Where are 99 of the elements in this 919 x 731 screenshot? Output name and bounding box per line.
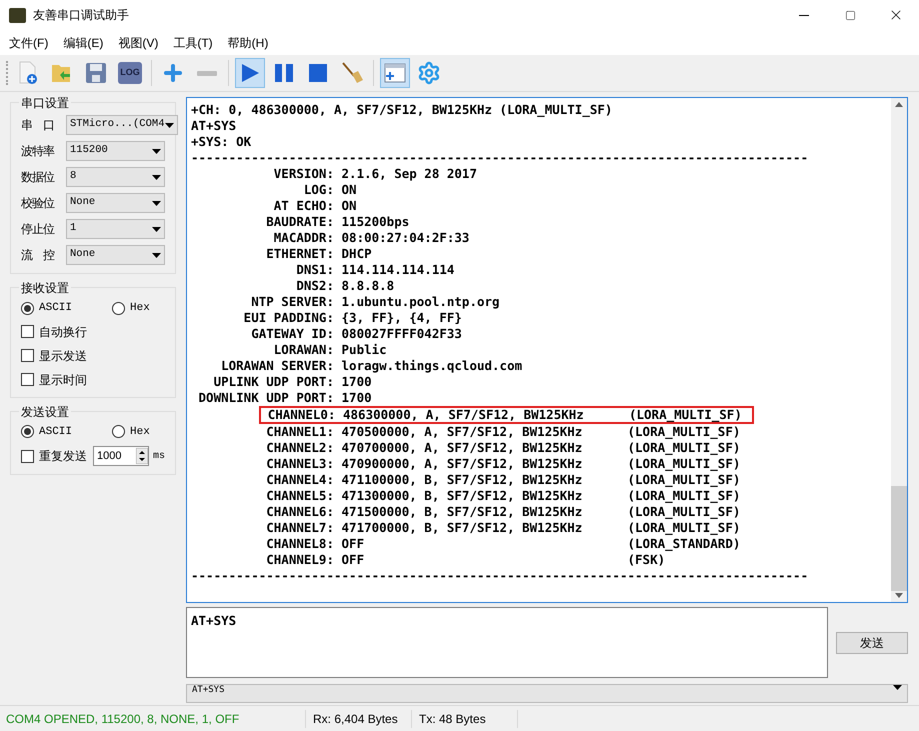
terminal-line: ---------------------------------------------------------------------------------- <box>191 568 808 584</box>
send-input-field[interactable]: AT+SYS <box>186 607 828 678</box>
terminal-line: CHANNEL4: 471100000, B, SF7/SF12, BW125KHz (LORA_MULTI_SF) <box>265 472 740 488</box>
terminal-line: LORAWAN: Public <box>272 342 387 358</box>
radio-button[interactable] <box>21 302 34 315</box>
scrollbar[interactable] <box>891 98 907 602</box>
tx-count: Tx: 48 Bytes <box>411 710 518 728</box>
rx-count: Rx: 6,404 Bytes <box>305 710 411 728</box>
checkbox-label: 重复发送 <box>39 448 87 465</box>
pause-icon <box>273 62 295 84</box>
field-label: 串 口 <box>21 117 55 134</box>
radio-button[interactable] <box>21 425 34 438</box>
connection-status: COM4 OPENED, 115200, 8, NONE, 1, OFF <box>5 710 240 728</box>
terminal-line: LOG: ON <box>302 182 357 198</box>
terminal-line: EUI PADDING: {3, FF}, {4, FF} <box>242 310 462 326</box>
field-label: 停止位 <box>21 221 56 238</box>
field-label: 流 控 <box>21 247 56 264</box>
terminal-line: UPLINK UDP PORT: 1700 <box>212 374 372 390</box>
terminal-line: GATEWAY ID: 080027FFFF042F33 <box>250 326 462 342</box>
scroll-down-icon[interactable] <box>895 593 903 598</box>
interval-spinbox[interactable]: 1000 <box>93 446 149 466</box>
dropdown-caret-icon <box>152 174 161 180</box>
dropdown[interactable]: STMicro...(COM4 <box>66 115 178 135</box>
gear-icon <box>417 61 441 85</box>
terminal-line: MACADDR: 08:00:27:04:2F:33 <box>272 230 470 246</box>
radio-button[interactable] <box>112 302 126 315</box>
window-add-icon <box>383 61 407 85</box>
checkbox-label: 显示发送 <box>39 348 87 364</box>
terminal-line: CHANNEL5: 471300000, B, SF7/SF12, BW125KHz (LORA_MULTI_SF) <box>265 488 740 504</box>
terminal-line: DNS2: 8.8.8.8 <box>295 278 394 294</box>
terminal-line: DOWNLINK UDP PORT: 1700 <box>198 390 372 406</box>
app-icon <box>9 8 26 22</box>
radio-label: ASCII <box>39 301 72 316</box>
terminal-line: +CH: 0, 486300000, A, SF7/SF12, BW125KHz (LORA_MULTI_SF) <box>191 102 612 118</box>
menu-item[interactable]: 编辑(E) <box>63 34 104 52</box>
terminal-line: DNS1: 114.114.114.114 <box>295 262 454 278</box>
stop-icon <box>307 62 329 84</box>
radio-label: Hex <box>130 301 150 316</box>
minimize-icon <box>799 14 809 16</box>
terminal-line: AT+SYS <box>191 118 236 134</box>
terminal-line: VERSION: 2.1.6, Sep 28 2017 <box>272 166 477 182</box>
dropdown[interactable]: 8 <box>66 167 165 187</box>
terminal-line: AT ECHO: ON <box>272 198 357 214</box>
terminal-line: LORAWAN SERVER: loragw.things.qcloud.com <box>220 358 522 374</box>
maximize-icon <box>844 10 856 20</box>
play-icon <box>239 62 261 84</box>
radio-button[interactable] <box>112 425 126 438</box>
checkbox[interactable] <box>21 373 34 386</box>
broom-icon <box>340 61 364 85</box>
dropdown[interactable]: None <box>66 193 165 213</box>
scroll-up-icon[interactable] <box>895 102 903 107</box>
toolbar-grip-icon <box>6 61 9 85</box>
terminal-line: CHANNEL6: 471500000, B, SF7/SF12, BW125KHz (LORA_MULTI_SF) <box>265 504 740 520</box>
dropdown[interactable]: 1 <box>66 219 165 239</box>
checkbox-label: 显示时间 <box>39 372 87 388</box>
dropdown-caret-icon <box>152 200 161 206</box>
checkbox-label: 自动换行 <box>39 324 87 340</box>
field-label: 校验位 <box>21 195 56 212</box>
terminal-line: CHANNEL8: OFF (LORA_STANDARD) <box>265 536 740 552</box>
terminal-line: NTP SERVER: 1.ubuntu.pool.ntp.org <box>250 294 500 310</box>
dropdown-caret-icon <box>893 685 902 690</box>
terminal-line: CHANNEL1: 470500000, A, SF7/SF12, BW125KHz (LORA_MULTI_SF) <box>265 424 740 440</box>
new-file-icon <box>17 61 39 85</box>
send-button[interactable]: 发送 <box>836 632 908 654</box>
dropdown-caret-icon <box>164 122 174 128</box>
terminal-line: BAUDRATE: 115200bps <box>265 214 410 230</box>
terminal-line: CHANNEL9: OFF (FSK) <box>265 552 666 568</box>
minus-icon <box>197 70 217 76</box>
checkbox[interactable] <box>21 349 34 362</box>
menu-item[interactable]: 视图(V) <box>118 34 158 52</box>
terminal-line: CHANNEL3: 470900000, A, SF7/SF12, BW125KHz (LORA_MULTI_SF) <box>265 456 740 472</box>
checkbox[interactable] <box>21 450 34 462</box>
terminal-line: ---------------------------------------------------------------------------------- <box>191 150 808 166</box>
dropdown[interactable]: None <box>66 245 165 265</box>
menu-item[interactable]: 工具(T) <box>173 34 213 52</box>
unit-label: ms <box>152 450 165 464</box>
group-title: 接收设置 <box>19 279 71 297</box>
history-dropdown[interactable]: AT+SYS <box>186 684 908 703</box>
plus-icon <box>161 61 185 85</box>
dropdown-caret-icon <box>152 148 161 154</box>
terminal-line: CHANNEL2: 470700000, A, SF7/SF12, BW125KHz (LORA_MULTI_SF) <box>265 440 740 456</box>
menu-item[interactable]: 文件(F) <box>9 34 48 52</box>
window-title: 友善串口调试助手 <box>33 7 129 24</box>
dropdown-caret-icon <box>152 226 161 232</box>
terminal-line: CHANNEL7: 471700000, B, SF7/SF12, BW125KHz (LORA_MULTI_SF) <box>265 520 740 536</box>
terminal-line: +SYS: OK <box>191 134 252 150</box>
checkbox[interactable] <box>21 325 34 338</box>
radio-label: Hex <box>130 424 150 440</box>
field-label: 数据位 <box>21 169 56 186</box>
toolbar-button[interactable] <box>380 58 410 88</box>
toolbar-button[interactable] <box>235 58 265 88</box>
terminal-line: ETHERNET: DHCP <box>265 246 372 262</box>
radio-label: ASCII <box>39 424 72 440</box>
dropdown[interactable]: 115200 <box>66 141 165 161</box>
spin-arrows-icon[interactable] <box>136 448 148 464</box>
scrollbar-thumb[interactable] <box>891 486 907 591</box>
menu-item[interactable]: 帮助(H) <box>228 34 268 52</box>
dropdown-caret-icon <box>152 252 161 258</box>
field-label: 波特率 <box>21 143 56 160</box>
